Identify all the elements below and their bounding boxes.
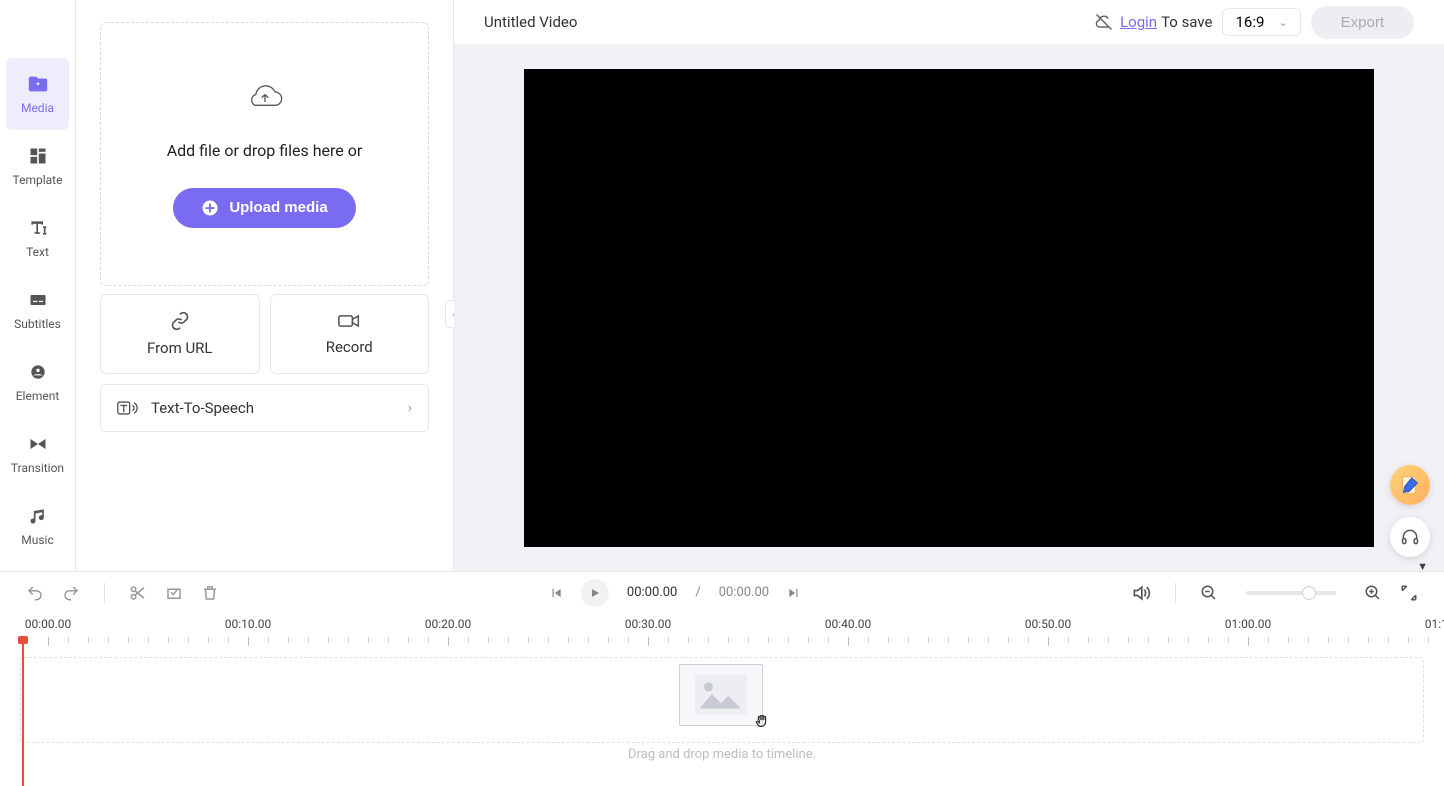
to-save-label: To save: [1161, 13, 1212, 31]
video-canvas[interactable]: [524, 69, 1374, 547]
media-drop-placeholder[interactable]: [679, 664, 763, 726]
grab-cursor-icon: [753, 712, 771, 730]
cloud-off-icon: [1094, 12, 1114, 32]
link-icon: [170, 311, 190, 331]
sidebar-item-label: Text: [26, 245, 49, 259]
ruler-mark: 00:00.00: [25, 617, 72, 631]
folder-plus-icon: [27, 73, 49, 95]
tts-icon: [117, 399, 139, 417]
zoom-slider[interactable]: [1246, 591, 1336, 595]
media-dropzone[interactable]: Add file or drop files here or Upload me…: [100, 22, 429, 286]
sidebar-item-label: Music: [21, 533, 53, 547]
delete-button[interactable]: [201, 584, 219, 602]
timeline-tracks: Drag and drop media to timeline.: [0, 647, 1444, 786]
subtitles-icon: [27, 289, 49, 311]
split-button[interactable]: [129, 584, 147, 602]
sidebar-item-media[interactable]: Media: [6, 58, 69, 130]
play-icon: [589, 587, 601, 599]
sidebar-item-music[interactable]: Music: [0, 490, 75, 562]
next-frame-button[interactable]: [787, 586, 801, 600]
redo-button[interactable]: [62, 584, 80, 602]
from-url-button[interactable]: From URL: [100, 294, 260, 374]
sidebar-item-label: Element: [16, 389, 60, 403]
element-icon: [27, 361, 49, 383]
sidebar-item-label: Subtitles: [14, 317, 61, 331]
cloud-upload-icon: [245, 81, 285, 113]
timeline-hint: Drag and drop media to timeline.: [20, 747, 1424, 762]
zoom-out-button[interactable]: [1200, 584, 1218, 602]
caret-down-icon[interactable]: ▼: [1417, 560, 1428, 573]
chevron-right-icon: ›: [408, 400, 412, 416]
volume-button[interactable]: [1131, 583, 1151, 603]
upload-media-button[interactable]: Upload media: [173, 188, 355, 228]
timeline-track[interactable]: [20, 657, 1424, 743]
camera-icon: [338, 312, 360, 330]
timeline-toolbar: 00:00.00 / 00:00.00: [0, 571, 1444, 613]
ruler-mark: 00:30.00: [625, 617, 672, 631]
time-separator: /: [695, 585, 700, 600]
record-button[interactable]: Record: [270, 294, 430, 374]
media-panel: Add file or drop files here or Upload me…: [76, 0, 454, 571]
total-time: 00:00.00: [719, 585, 769, 600]
aspect-ratio-select[interactable]: 16:9 ⌄: [1222, 8, 1300, 36]
sidebar-item-label: Transition: [11, 461, 64, 475]
export-button[interactable]: Export: [1311, 6, 1414, 39]
sidebar-nav: Media Template Text Subtitles: [0, 0, 76, 571]
dropzone-text: Add file or drop files here or: [167, 141, 363, 160]
sidebar-item-template[interactable]: Template: [0, 130, 75, 202]
sidebar-item-text[interactable]: Text: [0, 202, 75, 274]
playhead[interactable]: [22, 640, 24, 786]
text-icon: [27, 217, 49, 239]
image-placeholder-icon: [694, 673, 748, 717]
project-title[interactable]: Untitled Video: [484, 13, 1094, 31]
sidebar-item-label: Media: [21, 101, 54, 115]
text-to-speech-button[interactable]: Text-To-Speech ›: [100, 384, 429, 432]
topbar: Untitled Video Login To save 16:9 ⌄ Expo…: [454, 0, 1444, 44]
ruler-mark: 01:00.00: [1225, 617, 1272, 631]
ruler-mark: 00:50.00: [1025, 617, 1072, 631]
login-link[interactable]: Login: [1120, 13, 1157, 31]
current-time: 00:00.00: [627, 585, 677, 600]
template-icon: [27, 145, 49, 167]
transition-icon: [27, 433, 49, 455]
sidebar-item-subtitles[interactable]: Subtitles: [0, 274, 75, 346]
music-icon: [27, 505, 49, 527]
sidebar-item-label: Template: [13, 173, 63, 187]
sidebar-item-element[interactable]: Element: [0, 346, 75, 418]
chevron-down-icon: ⌄: [1278, 16, 1287, 29]
prev-frame-button[interactable]: [549, 586, 563, 600]
play-button[interactable]: [581, 579, 609, 607]
sidebar-item-transition[interactable]: Transition: [0, 418, 75, 490]
support-button[interactable]: [1390, 517, 1430, 557]
headphones-icon: [1400, 527, 1420, 547]
zoom-in-button[interactable]: [1364, 584, 1382, 602]
preview-area: ▼: [454, 44, 1444, 571]
undo-button[interactable]: [26, 584, 44, 602]
timeline-ruler[interactable]: 00:00.00 00:10.00 00:20.00 00:30.00 00:40.00…: [0, 617, 1444, 647]
ruler-mark: 00:10.00: [225, 617, 272, 631]
notes-button[interactable]: [1390, 465, 1430, 505]
plus-circle-icon: [201, 199, 219, 217]
crop-button[interactable]: [165, 584, 183, 602]
ruler-mark: 00:20.00: [425, 617, 472, 631]
fit-timeline-button[interactable]: [1400, 584, 1418, 602]
ruler-mark: 01:10.00: [1425, 617, 1444, 631]
notepad-icon: [1399, 474, 1421, 496]
ruler-mark: 00:40.00: [825, 617, 872, 631]
